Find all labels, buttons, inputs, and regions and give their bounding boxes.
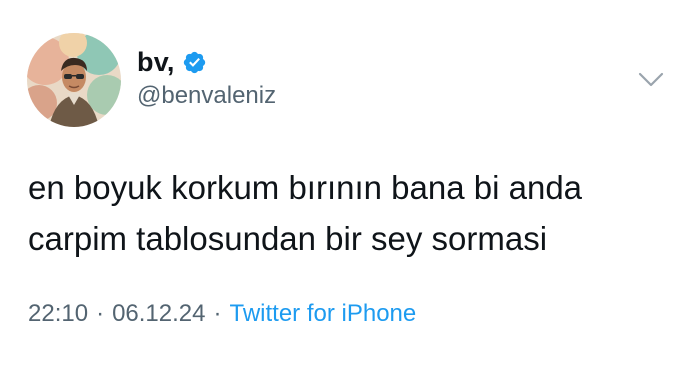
avatar-image	[27, 33, 121, 127]
author-name-row: bv,	[137, 44, 207, 80]
meta-separator: ·	[213, 300, 222, 327]
tweet-meta: 22:10 · 06.12.24 · Twitter for iPhone	[28, 300, 416, 328]
tweet-text-line: en boyuk korkum bırının bana bi anda	[28, 169, 583, 206]
meta-separator: ·	[96, 300, 105, 327]
verified-badge-icon	[182, 50, 207, 75]
tweet-source-link[interactable]: Twitter for iPhone	[229, 300, 416, 327]
tweet-date[interactable]: 06.12.24	[112, 300, 205, 327]
tweet-card: bv, @benvaleniz en boyuk korkum bırının …	[0, 0, 690, 375]
avatar[interactable]	[27, 33, 121, 127]
tweet-time[interactable]: 22:10	[28, 300, 88, 327]
display-name[interactable]: bv,	[137, 47, 175, 78]
author-handle[interactable]: @benvaleniz	[137, 82, 276, 110]
tweet-text: en boyuk korkum bırının bana bi anda car…	[28, 162, 668, 264]
chevron-down-icon[interactable]	[638, 72, 664, 88]
tweet-text-line: carpim tablosundan bir sey sormasi	[28, 220, 548, 257]
